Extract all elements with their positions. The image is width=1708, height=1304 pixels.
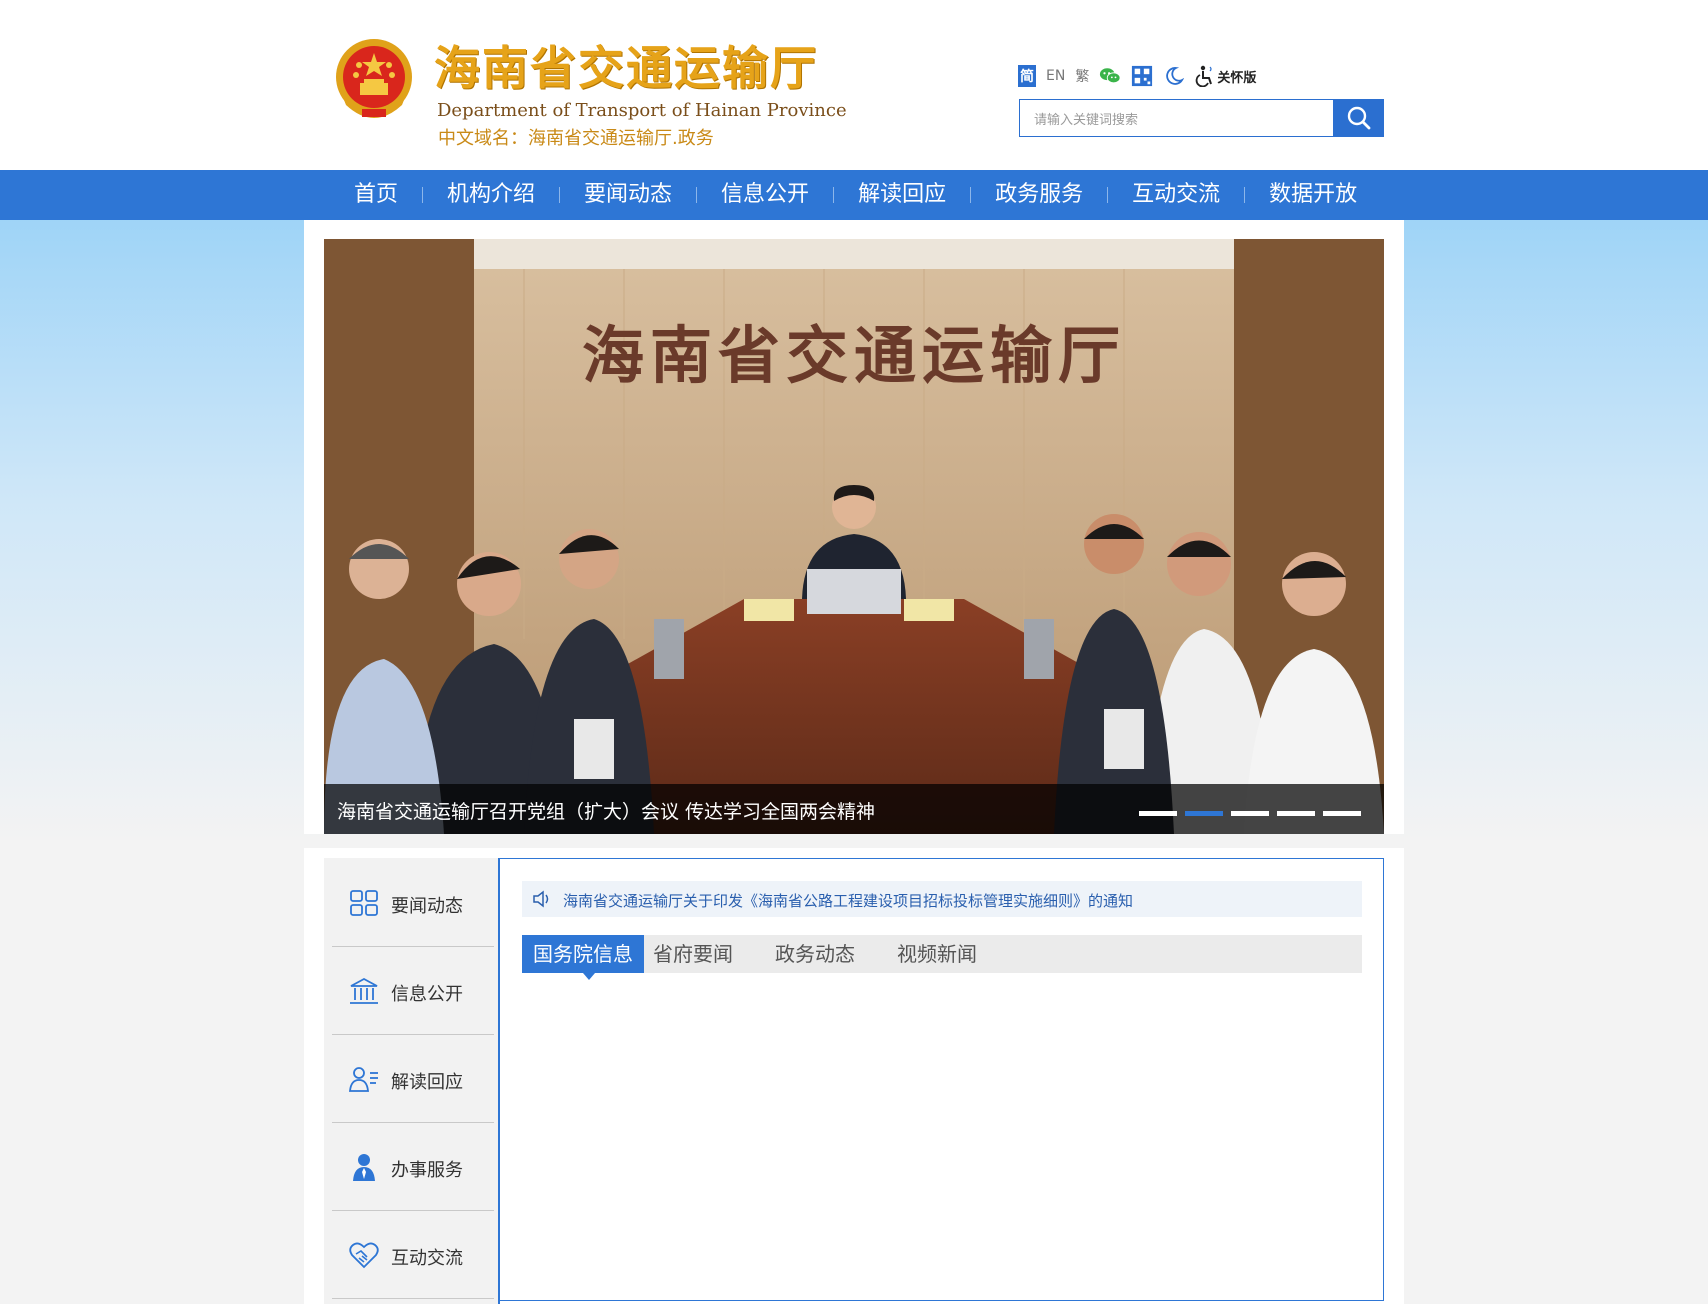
care-mode-button[interactable]: 关怀版 xyxy=(1195,65,1256,87)
care-mode-label: 关怀版 xyxy=(1217,70,1257,86)
notice-bar: 海南省交通运输厅关于印发《海南省公路工程建设项目招标投标管理实施细则》的通知 xyxy=(522,881,1362,917)
tab-state-council[interactable]: 国务院信息 xyxy=(522,935,644,973)
main-nav: 首页 机构介绍 要闻动态 信息公开 解读回应 政务服务 互动交流 数据开放 xyxy=(0,170,1708,220)
mini-program-icon[interactable] xyxy=(1131,65,1153,87)
slide-dot[interactable] xyxy=(1323,811,1361,816)
banner-sign-text: 海南省交通运输厅 xyxy=(582,319,1126,392)
nav-item-home[interactable]: 首页 xyxy=(330,170,422,220)
tab-provincial-news[interactable]: 省府要闻 xyxy=(653,935,733,973)
side-item-label: 办事服务 xyxy=(391,1160,463,1181)
toolbar: 简 EN 繁 关怀版 xyxy=(1018,64,1256,88)
traditional-chinese-link[interactable]: 繁 xyxy=(1075,66,1089,86)
accessibility-icon xyxy=(1196,65,1213,87)
banner-caption-bar: 海南省交通运输厅召开党组（扩大）会议 传达学习全国两会精神 xyxy=(324,784,1384,834)
side-item-disclosure[interactable]: 信息公开 xyxy=(332,946,492,1034)
nav-item-about[interactable]: 机构介绍 xyxy=(423,170,559,220)
side-divider xyxy=(332,1298,494,1299)
handshake-icon xyxy=(349,1242,379,1269)
active-tab-caret xyxy=(583,973,595,980)
site-title: 海南省交通运输厅 xyxy=(434,41,818,95)
news-panel: 海南省交通运输厅关于印发《海南省公路工程建设项目招标投标管理实施细则》的通知 国… xyxy=(500,858,1384,1301)
grid-icon xyxy=(350,890,378,916)
night-mode-icon[interactable] xyxy=(1163,65,1185,87)
nav-item-disclosure[interactable]: 信息公开 xyxy=(697,170,833,220)
nav-item-interpretation[interactable]: 解读回应 xyxy=(834,170,970,220)
search-button[interactable] xyxy=(1333,99,1384,137)
slide-dot[interactable] xyxy=(1139,811,1177,816)
side-item-label: 解读回应 xyxy=(391,1072,463,1093)
person-icon xyxy=(353,1154,375,1181)
slide-dot[interactable] xyxy=(1277,811,1315,816)
side-menu: 要闻动态 信息公开 解读回应 办事服务 互动交流 xyxy=(324,858,500,1304)
side-item-label: 信息公开 xyxy=(391,984,463,1005)
banner-pagination xyxy=(1139,811,1361,816)
nav-item-services[interactable]: 政务服务 xyxy=(971,170,1107,220)
nav-item-interaction[interactable]: 互动交流 xyxy=(1108,170,1244,220)
banner-caption[interactable]: 海南省交通运输厅召开党组（扩大）会议 传达学习全国两会精神 xyxy=(337,797,875,824)
side-item-news[interactable]: 要闻动态 xyxy=(332,858,492,946)
search-box xyxy=(1019,99,1384,137)
side-item-services[interactable]: 办事服务 xyxy=(332,1122,492,1210)
tab-government-affairs[interactable]: 政务动态 xyxy=(775,935,855,973)
search-input[interactable] xyxy=(1032,109,1326,131)
side-item-label: 要闻动态 xyxy=(391,896,463,917)
side-item-interaction[interactable]: 互动交流 xyxy=(332,1210,492,1298)
wechat-icon[interactable] xyxy=(1099,65,1121,87)
notice-link[interactable]: 海南省交通运输厅关于印发《海南省公路工程建设项目招标投标管理实施细则》的通知 xyxy=(563,890,1133,911)
side-item-interpretation[interactable]: 解读回应 xyxy=(332,1034,492,1122)
speaker-icon xyxy=(533,890,549,908)
site-domain: 中文域名：海南省交通运输厅.政务 xyxy=(438,128,714,149)
nav-item-news[interactable]: 要闻动态 xyxy=(560,170,696,220)
header: 海南省交通运输厅 Department of Transport of Hain… xyxy=(0,0,1708,170)
search-icon xyxy=(1347,106,1370,130)
english-link[interactable]: EN xyxy=(1046,68,1065,84)
nav-item-open-data[interactable]: 数据开放 xyxy=(1245,170,1381,220)
slide-dot-active[interactable] xyxy=(1185,811,1223,816)
tab-video-news[interactable]: 视频新闻 xyxy=(897,935,977,973)
banner-photo[interactable]: 海南省交通运输厅 xyxy=(324,239,1384,834)
simplified-chinese-link[interactable]: 简 xyxy=(1018,65,1036,87)
site-title-english: Department of Transport of Hainan Provin… xyxy=(437,100,847,121)
national-emblem-icon xyxy=(332,35,416,125)
user-list-icon xyxy=(349,1067,378,1092)
news-tabs: 国务院信息 省府要闻 政务动态 视频新闻 xyxy=(522,935,1362,980)
building-icon xyxy=(350,977,378,1004)
side-item-label: 互动交流 xyxy=(391,1248,463,1269)
slide-dot[interactable] xyxy=(1231,811,1269,816)
